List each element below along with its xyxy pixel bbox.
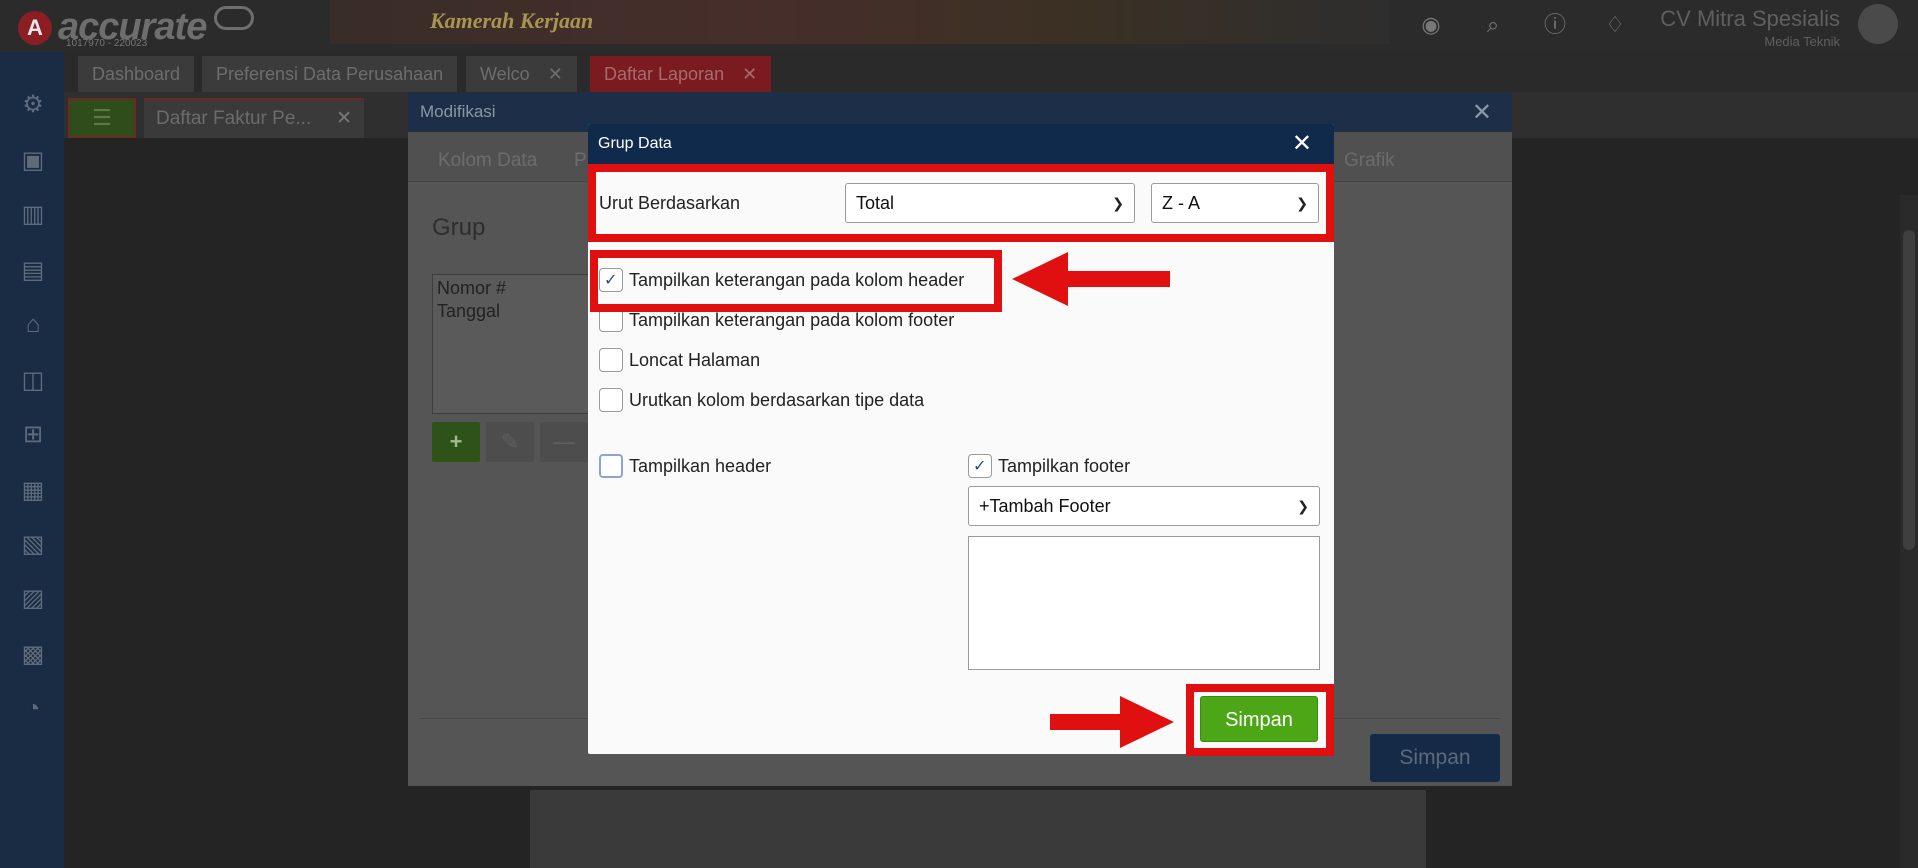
ledger-icon[interactable]: ▤ bbox=[18, 256, 48, 286]
cloud-icon bbox=[214, 6, 254, 30]
section-title: Grup bbox=[432, 214, 486, 241]
tab-grafik[interactable]: Grafik bbox=[1344, 150, 1395, 172]
factory-icon[interactable]: ▨ bbox=[18, 584, 48, 614]
sidebar: ⚙ ▣ ▥ ▤ ⌂ ◫ ⊞ ▦ ▧ ▨ ▩ ◔ bbox=[0, 52, 64, 868]
dialog-title: Grup Data bbox=[598, 135, 672, 152]
building-icon[interactable]: ▥ bbox=[18, 200, 48, 230]
option-show-header[interactable]: Tampilkan header bbox=[599, 454, 771, 478]
company-name: CV Mitra Spesialis bbox=[1660, 6, 1840, 31]
close-icon[interactable]: ✕ bbox=[548, 64, 563, 84]
modifikasi-title: Modifikasi bbox=[420, 102, 496, 121]
close-icon[interactable]: ✕ bbox=[336, 100, 352, 138]
tab-daftar-laporan[interactable]: Daftar Laporan ✕ bbox=[590, 56, 772, 92]
top-bar: A accurate 1017970 - 220023 Kamerah Kerj… bbox=[0, 0, 1918, 52]
arrow-pointing-left-icon bbox=[1012, 252, 1170, 306]
modifikasi-save-button[interactable]: Simpan bbox=[1370, 734, 1500, 782]
bag-icon[interactable]: ◫ bbox=[18, 366, 48, 396]
settings-icon[interactable]: ⚙ bbox=[18, 90, 48, 120]
warehouse-icon[interactable]: ▧ bbox=[18, 530, 48, 560]
tab-partial[interactable]: P bbox=[574, 150, 587, 172]
option-sort-by-type[interactable]: Urutkan kolom berdasarkan tipe data bbox=[599, 388, 924, 412]
search-icon[interactable]: ⌕ bbox=[1480, 12, 1506, 38]
delivery-icon[interactable]: ▦ bbox=[18, 476, 48, 506]
option-page-break[interactable]: Loncat Halaman bbox=[599, 348, 760, 372]
group-list[interactable]: Nomor # Tanggal bbox=[432, 274, 600, 414]
highlight-sort-row bbox=[588, 164, 1334, 242]
close-icon[interactable]: ✕ bbox=[742, 64, 757, 84]
new-badge-icon[interactable]: ◉ bbox=[1418, 12, 1444, 38]
remove-group-button[interactable]: — bbox=[540, 422, 588, 462]
tab-welcome[interactable]: Welco ✕ bbox=[466, 56, 577, 92]
footer-textarea[interactable] bbox=[968, 536, 1320, 670]
chart-icon[interactable]: ◔ bbox=[18, 694, 48, 724]
report-preview bbox=[530, 790, 1426, 868]
grup-data-header: Grup Data ✕ bbox=[588, 124, 1334, 164]
tab-kolom-data[interactable]: Kolom Data bbox=[438, 150, 537, 172]
bell-icon[interactable]: ♢ bbox=[1602, 12, 1628, 38]
cashier-icon[interactable]: ▣ bbox=[18, 146, 48, 176]
tab-preferensi[interactable]: Preferensi Data Perusahaan bbox=[202, 56, 458, 92]
checkbox[interactable] bbox=[599, 348, 623, 372]
close-icon[interactable]: ✕ bbox=[1292, 129, 1312, 158]
scrollbar-thumb[interactable] bbox=[1903, 230, 1915, 550]
help-icon[interactable]: ⓘ bbox=[1542, 12, 1568, 38]
list-menu-button[interactable]: ☰ bbox=[68, 98, 136, 138]
company-info[interactable]: CV Mitra Spesialis Media Teknik bbox=[1660, 6, 1840, 49]
checkbox[interactable] bbox=[968, 454, 992, 479]
avatar[interactable] bbox=[1858, 4, 1898, 44]
user-name: Media Teknik bbox=[1764, 34, 1840, 49]
tab-daftar-faktur[interactable]: Daftar Faktur Pe... ✕ bbox=[144, 98, 364, 138]
arrow-pointing-right-icon bbox=[1050, 696, 1174, 748]
add-footer-select[interactable]: +Tambah Footer ❯ bbox=[968, 486, 1320, 526]
tab-bar: Dashboard Preferensi Data Perusahaan Wel… bbox=[64, 52, 1918, 92]
license-number: 1017970 - 220023 bbox=[66, 38, 148, 49]
list-item[interactable]: Nomor # bbox=[437, 277, 595, 300]
edit-group-button[interactable]: ✎ bbox=[486, 422, 534, 462]
bank-icon[interactable]: ⌂ bbox=[18, 310, 48, 340]
accurate-logo-icon: A bbox=[18, 10, 52, 45]
cart-icon[interactable]: ⊞ bbox=[18, 420, 48, 450]
report-icon[interactable]: ▩ bbox=[18, 640, 48, 670]
tab-dashboard[interactable]: Dashboard bbox=[78, 56, 195, 92]
close-icon[interactable]: ✕ bbox=[1472, 98, 1492, 127]
option-show-footer[interactable]: Tampilkan footer bbox=[968, 454, 1130, 479]
checkbox[interactable] bbox=[599, 388, 623, 412]
checkbox[interactable] bbox=[599, 454, 623, 478]
highlight-header-option bbox=[590, 250, 1002, 312]
highlight-save-button bbox=[1186, 684, 1334, 756]
chevron-down-icon: ❯ bbox=[1297, 498, 1309, 514]
banner-text: Kamerah Kerjaan bbox=[430, 8, 594, 33]
add-group-button[interactable]: + bbox=[432, 422, 480, 462]
list-item[interactable]: Tanggal bbox=[437, 300, 595, 323]
